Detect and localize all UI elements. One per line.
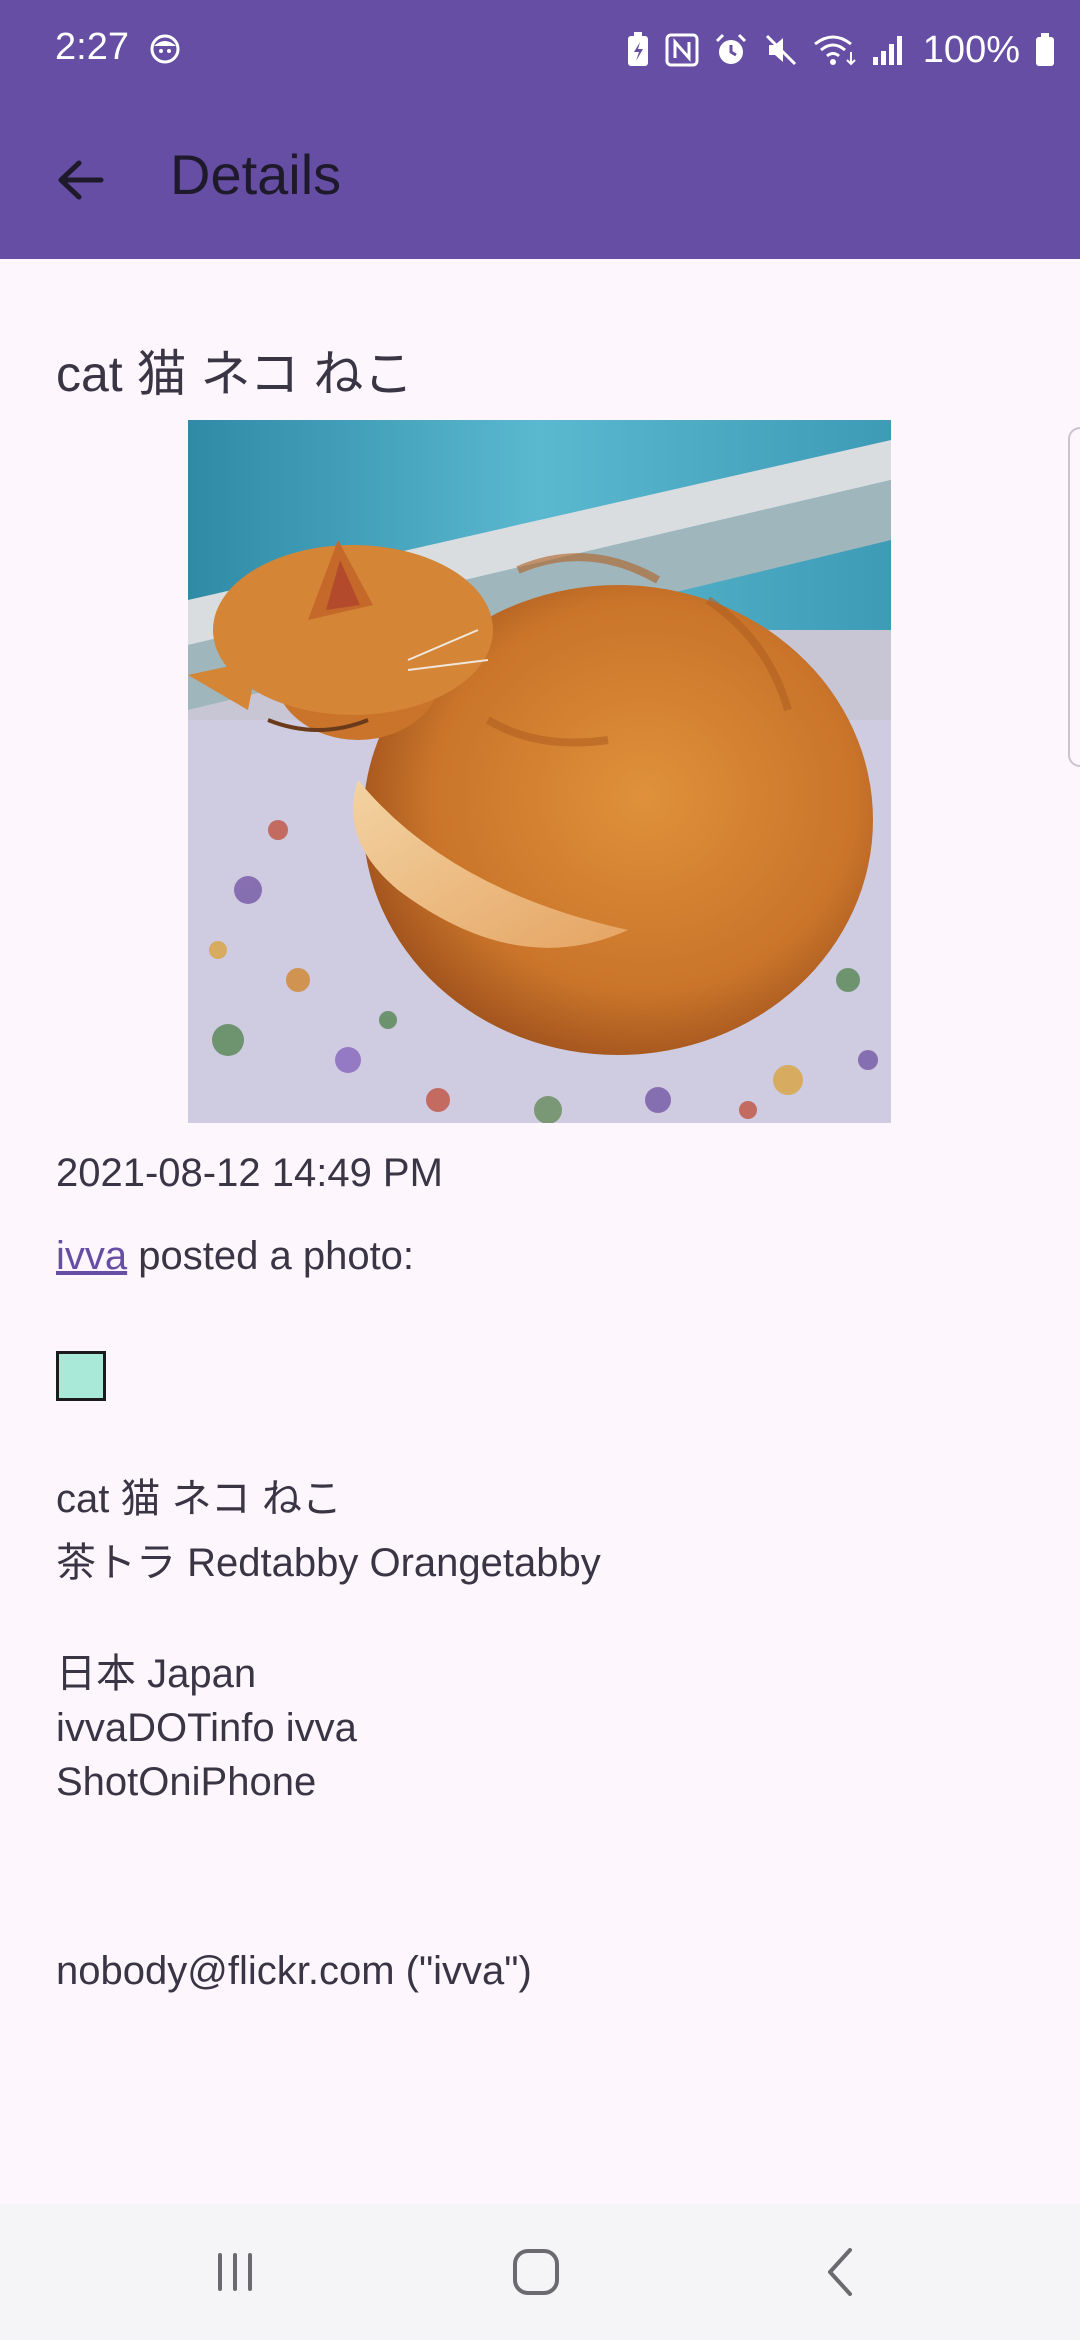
post-title: cat 猫 ネコ ねこ bbox=[56, 346, 414, 402]
tag-line: ShotOniPhone bbox=[56, 1760, 317, 1804]
tag-line: ivvaDOTinfo ivva bbox=[56, 1706, 357, 1750]
post-tags: 日本 Japan ivvaDOTinfo ivva ShotOniPhone bbox=[56, 1647, 357, 1809]
home-button[interactable] bbox=[486, 2237, 586, 2307]
wifi-icon bbox=[813, 35, 856, 66]
posted-text: posted a photo: bbox=[127, 1234, 415, 1278]
back-icon bbox=[828, 2248, 852, 2296]
status-icons: 100% bbox=[625, 26, 1056, 74]
back-nav-button[interactable] bbox=[790, 2237, 890, 2307]
cat-photo[interactable] bbox=[188, 420, 891, 1123]
battery-percent: 100% bbox=[922, 28, 1020, 71]
mute-icon bbox=[765, 34, 796, 66]
page-title: Details bbox=[170, 143, 342, 206]
posted-line: ivva posted a photo: bbox=[56, 1234, 414, 1279]
user-link[interactable]: ivva bbox=[56, 1234, 127, 1278]
signal-icon bbox=[872, 36, 902, 65]
arrow-back-icon bbox=[58, 160, 104, 200]
description-line: cat 猫 ネコ ねこ bbox=[56, 1477, 342, 1521]
post-description: cat 猫 ネコ ねこ 茶トラ Redtabby Orangetabby bbox=[56, 1467, 601, 1595]
home-icon bbox=[513, 2249, 559, 2295]
color-swatch bbox=[56, 1351, 106, 1401]
scroll-handle[interactable] bbox=[1068, 427, 1080, 767]
back-button[interactable] bbox=[40, 140, 120, 220]
tag-line: 日本 Japan bbox=[56, 1652, 257, 1696]
recent-apps-icon bbox=[218, 2253, 252, 2291]
battery-saver-icon bbox=[627, 32, 648, 66]
recent-apps-button[interactable] bbox=[185, 2237, 285, 2307]
details-screen: 2:27 100% Details cat 猫 ネコ ねこ 2021-08-12… bbox=[0, 0, 1080, 2340]
post-timestamp: 2021-08-12 14:49 PM bbox=[56, 1151, 443, 1195]
cat-photo-image bbox=[188, 420, 891, 1123]
alarm-icon bbox=[715, 33, 746, 64]
face-icon bbox=[150, 34, 180, 64]
details-content[interactable]: cat 猫 ネコ ねこ 2021-08-12 14:49 PM ivva pos… bbox=[0, 259, 1080, 2204]
navigation-bar bbox=[0, 2204, 1080, 2340]
description-line: 茶トラ Redtabby Orangetabby bbox=[56, 1541, 601, 1585]
status-bar: 2:27 100% bbox=[0, 0, 1080, 100]
author-email: nobody@flickr.com ("ivva") bbox=[56, 1949, 532, 1993]
battery-icon bbox=[1036, 33, 1054, 66]
top-bar: 2:27 100% Details bbox=[0, 0, 1080, 259]
nfc-icon bbox=[665, 33, 699, 67]
status-time: 2:27 bbox=[55, 26, 129, 68]
app-bar: Details bbox=[0, 100, 1080, 259]
